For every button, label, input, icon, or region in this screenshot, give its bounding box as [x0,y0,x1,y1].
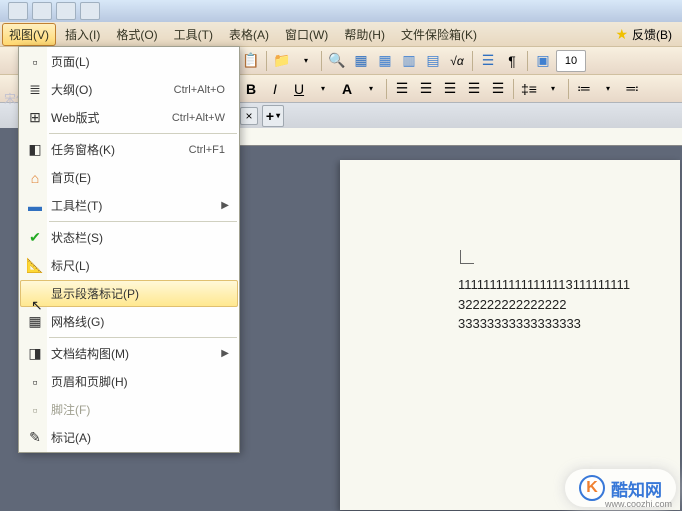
menu-window[interactable]: 窗口(W) [278,23,335,46]
menu-tools[interactable]: 工具(T) [167,23,220,46]
docmap-icon: ◨ [25,344,45,364]
menu-bar: 视图(V) 插入(I) 格式(O) 工具(T) 表格(A) 窗口(W) 帮助(H… [0,22,682,46]
menu-separator [49,133,237,134]
qat-item[interactable] [80,2,100,20]
menu-separator [49,337,237,338]
menu-separator [49,221,237,222]
tab-close-button[interactable]: × [240,107,258,125]
zoom-field[interactable]: 10 [556,50,586,72]
tool-icon[interactable]: ▦ [350,50,372,72]
header-icon: ▫ [25,372,45,392]
mark-icon: ✎ [25,428,45,448]
dropdown-icon[interactable]: ▾ [360,78,382,100]
menu-page-layout[interactable]: ▫ 页面(L) [20,48,238,75]
grid-icon: ▦ [25,312,45,332]
dropdown-icon[interactable]: ▾ [597,78,619,100]
menu-markup[interactable]: ✎ 标记(A) [20,424,238,451]
submenu-arrow-icon: ▶ [221,348,229,359]
text-cursor [460,250,474,264]
menu-show-paragraph-marks[interactable]: 显示段落标记(P) ↖ [20,280,238,307]
app-icon [8,2,28,20]
taskpane-icon: ◧ [25,140,45,160]
menu-view[interactable]: 视图(V) [2,23,56,46]
plus-icon: + [266,108,274,124]
math-icon[interactable]: √α [446,50,468,72]
find-icon[interactable]: 🔍 [326,50,348,72]
para-icon[interactable]: ☰ [477,50,499,72]
dropdown-icon[interactable]: ▾ [542,78,564,100]
document-page[interactable]: 111111111111111113111111111 322222222222… [340,160,680,510]
gallery-icon[interactable]: ▤ [422,50,444,72]
outline-icon: ≣ [25,80,45,100]
feedback-label: 反馈(B) [632,26,672,43]
menu-document-map[interactable]: ◨ 文档结构图(M) ▶ [20,340,238,367]
qat-item[interactable] [56,2,76,20]
title-bar [0,0,682,22]
columns-icon[interactable]: ▥ [398,50,420,72]
tab-add-button[interactable]: + ▾ [262,105,284,127]
align-justify-icon[interactable]: ☰ [463,78,485,100]
numbering-icon[interactable]: ≕ [621,78,643,100]
text-line: 111111111111111113111111111 [458,275,630,295]
dropdown-icon[interactable]: ▾ [312,78,334,100]
menu-gridlines[interactable]: ▦ 网格线(G) [20,308,238,335]
menu-insert[interactable]: 插入(I) [58,23,107,46]
line-spacing-icon[interactable]: ‡≡ [518,78,540,100]
text-line: 322222222222222 [458,295,630,315]
dropdown-icon[interactable]: ▾ [295,50,317,72]
menu-help[interactable]: 帮助(H) [337,23,392,46]
bold-button[interactable]: B [240,78,262,100]
list-icon[interactable]: ≔ [573,78,595,100]
align-left-icon[interactable]: ☰ [391,78,413,100]
toolbar-icon: ▬ [25,196,45,216]
menu-outline[interactable]: ≣ 大纲(O) Ctrl+Alt+O [20,76,238,103]
web-icon: ⊞ [25,108,45,128]
tool-icon[interactable]: ▣ [532,50,554,72]
font-grow-button[interactable]: A [336,78,358,100]
menu-ruler[interactable]: 📐 标尺(L) [20,252,238,279]
star-icon: ★ [615,26,628,43]
align-distribute-icon[interactable]: ☰ [487,78,509,100]
table-icon[interactable]: ▦ [374,50,396,72]
italic-button[interactable]: I [264,78,286,100]
blank-icon [25,284,45,304]
check-icon: ✔ [25,228,45,248]
menu-header-footer[interactable]: ▫ 页眉和页脚(H) [20,368,238,395]
open-icon[interactable]: 📁 [271,50,293,72]
menu-status-bar[interactable]: ✔ 状态栏(S) [20,224,238,251]
feedback-button[interactable]: ★ 反馈(B) [607,24,680,45]
watermark-url: www.coozhi.com [605,499,672,509]
menu-filesafe[interactable]: 文件保险箱(K) [394,23,484,46]
menu-home[interactable]: ⌂ 首页(E) [20,164,238,191]
watermark-text: 酷知网 [611,476,662,501]
home-icon: ⌂ [25,168,45,188]
menu-web-layout[interactable]: ⊞ Web版式 Ctrl+Alt+W [20,104,238,131]
qat-item[interactable] [32,2,52,20]
align-center-icon[interactable]: ☰ [415,78,437,100]
text-line: 33333333333333333 [458,314,630,334]
ruler-icon: 📐 [25,256,45,276]
document-text[interactable]: 111111111111111113111111111 322222222222… [458,275,630,334]
menu-table[interactable]: 表格(A) [222,23,276,46]
pilcrow-icon[interactable]: ¶ [501,50,523,72]
menu-toolbars[interactable]: ▬ 工具栏(T) ▶ [20,192,238,219]
underline-button[interactable]: U [288,78,310,100]
align-right-icon[interactable]: ☰ [439,78,461,100]
dropdown-icon: ▾ [276,111,280,120]
menu-task-pane[interactable]: ◧ 任务窗格(K) Ctrl+F1 [20,136,238,163]
watermark-logo-icon: K [579,475,605,501]
page-icon: ▫ [25,52,45,72]
menu-format[interactable]: 格式(O) [109,23,164,46]
paste-icon[interactable]: 📋 [240,50,262,72]
horizontal-ruler[interactable] [240,128,682,146]
menu-footnote: ▫ 脚注(F) [20,396,238,423]
footnote-icon: ▫ [25,400,45,420]
view-menu-dropdown: ▫ 页面(L) ≣ 大纲(O) Ctrl+Alt+O ⊞ Web版式 Ctrl+… [18,46,240,453]
submenu-arrow-icon: ▶ [221,200,229,211]
